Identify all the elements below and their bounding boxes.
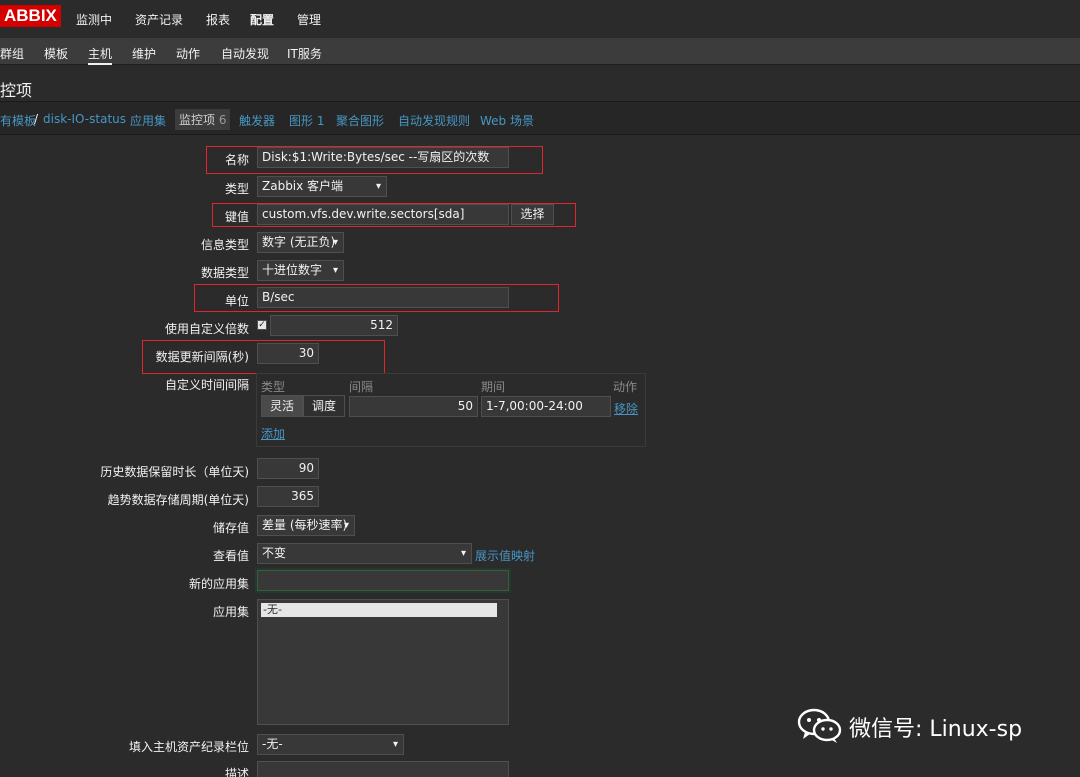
subnav-hostgroups[interactable]: 群组 (0, 45, 24, 62)
sub-navigation: 群组 模板 主机 维护 动作 自动发现 IT服务 (0, 38, 1080, 65)
trends-label: 趋势数据存储周期(单位天) (107, 493, 249, 507)
nav-configuration[interactable]: 配置 (250, 11, 274, 28)
show-value-mapping-link[interactable]: 展示值映射 (475, 547, 535, 564)
ci-col-interval: 间隔 (349, 380, 374, 394)
key-label: 键值 (224, 210, 249, 224)
ci-remove-link[interactable]: 移除 (614, 400, 638, 417)
multiplier-input[interactable]: 512 (270, 315, 398, 336)
info-type-label: 信息类型 (200, 238, 249, 252)
units-input[interactable]: B/sec (257, 287, 509, 308)
subnav-maintenance[interactable]: 维护 (132, 45, 156, 62)
subnav-discovery[interactable]: 自动发现 (221, 45, 269, 62)
tab-items-label: 监控项 (179, 113, 216, 127)
description-label: 描述 (224, 767, 249, 777)
units-label: 单位 (224, 294, 249, 308)
ci-interval-input[interactable]: 50 (349, 396, 478, 417)
page-title: 控项 (0, 81, 33, 100)
data-type-label: 数据类型 (200, 266, 249, 280)
trends-input[interactable]: 365 (257, 486, 319, 507)
breadcrumb-all-templates[interactable]: 有模板 (0, 112, 36, 129)
subnav-templates[interactable]: 模板 (44, 45, 68, 62)
wechat-icon (797, 708, 843, 747)
store-value-select[interactable]: 差量 (每秒速率) (257, 515, 355, 536)
history-label: 历史数据保留时长（单位天) (100, 465, 249, 479)
inventory-field-label: 填入主机资产纪录栏位 (128, 740, 249, 754)
type-label: 类型 (224, 182, 249, 196)
ci-period-input[interactable]: 1-7,00:00-24:00 (481, 396, 611, 417)
nav-reports[interactable]: 报表 (206, 11, 230, 28)
subnav-itservices[interactable]: IT服务 (287, 45, 322, 62)
item-tabs-bar: 有模板 / disk-IO-status 应用集 监控项 6 触发器 图形 1 … (0, 101, 1080, 135)
nav-monitoring[interactable]: 监测中 (76, 11, 112, 28)
type-select[interactable]: Zabbix 客户端 (257, 176, 387, 197)
breadcrumb-host[interactable]: disk-IO-status (43, 112, 126, 126)
multiplier-label: 使用自定义倍数 (164, 322, 249, 336)
tab-web-scenarios[interactable]: Web 场景 (480, 112, 534, 129)
history-input[interactable]: 90 (257, 458, 319, 479)
show-value-label: 查看值 (212, 549, 249, 563)
subnav-actions[interactable]: 动作 (176, 45, 200, 62)
ci-col-type: 类型 (261, 380, 286, 394)
applications-option-none[interactable]: -无- (261, 603, 497, 617)
name-label: 名称 (224, 153, 249, 167)
tab-graphs[interactable]: 图形 1 (289, 112, 324, 129)
tab-screens[interactable]: 聚合图形 (336, 112, 384, 129)
tab-triggers[interactable]: 触发器 (239, 112, 275, 129)
interval-label: 数据更新间隔(秒) (155, 350, 249, 364)
applications-listbox[interactable]: -无- (257, 599, 509, 725)
nav-administration[interactable]: 管理 (297, 11, 321, 28)
ci-add-link[interactable]: 添加 (261, 425, 285, 442)
tab-discovery-rules[interactable]: 自动发现规则 (398, 112, 470, 129)
tab-items-count: 6 (218, 113, 227, 127)
inventory-field-select[interactable]: -无- (257, 734, 404, 755)
new-application-input[interactable] (257, 570, 509, 591)
flexible-toggle[interactable]: 灵活 (261, 395, 303, 417)
ci-col-period: 期间 (481, 380, 506, 394)
zabbix-logo[interactable]: ABBIX (0, 5, 61, 27)
custom-interval-label: 自定义时间间隔 (164, 378, 249, 392)
data-type-select[interactable]: 十进位数字 (257, 260, 344, 281)
description-textarea[interactable] (257, 761, 509, 777)
wechat-watermark: 微信号: Linux-sp (797, 708, 1023, 747)
new-application-label: 新的应用集 (188, 577, 249, 591)
name-input[interactable]: Disk:$1:Write:Bytes/sec --写扇区的次数 (257, 147, 509, 168)
interval-input[interactable]: 30 (257, 343, 319, 364)
multiplier-checkbox[interactable]: ✓ (257, 320, 267, 330)
select-key-button[interactable]: 选择 (511, 204, 554, 225)
info-type-select[interactable]: 数字 (无正负) (257, 232, 344, 253)
show-value-select[interactable]: 不变 (257, 543, 472, 564)
key-input[interactable]: custom.vfs.dev.write.sectors[sda] (257, 204, 509, 225)
nav-inventory[interactable]: 资产记录 (135, 11, 183, 28)
watermark-text: 微信号: Linux-sp (849, 717, 1023, 742)
top-navigation: ABBIX 监测中 资产记录 报表 配置 管理 (0, 0, 1080, 38)
tab-items[interactable]: 监控项 6 (175, 109, 231, 130)
ci-col-action: 动作 (613, 380, 638, 394)
applications-label: 应用集 (212, 605, 249, 619)
tab-applications[interactable]: 应用集 (130, 112, 166, 129)
scheduling-toggle[interactable]: 调度 (303, 395, 345, 417)
subnav-hosts[interactable]: 主机 (88, 45, 113, 65)
custom-intervals-table: 类型 间隔 期间 动作 灵活 调度 50 1-7,00:00-24:00 移除 … (256, 373, 646, 447)
breadcrumb-separator: / (34, 112, 39, 126)
store-value-label: 储存值 (212, 521, 249, 535)
